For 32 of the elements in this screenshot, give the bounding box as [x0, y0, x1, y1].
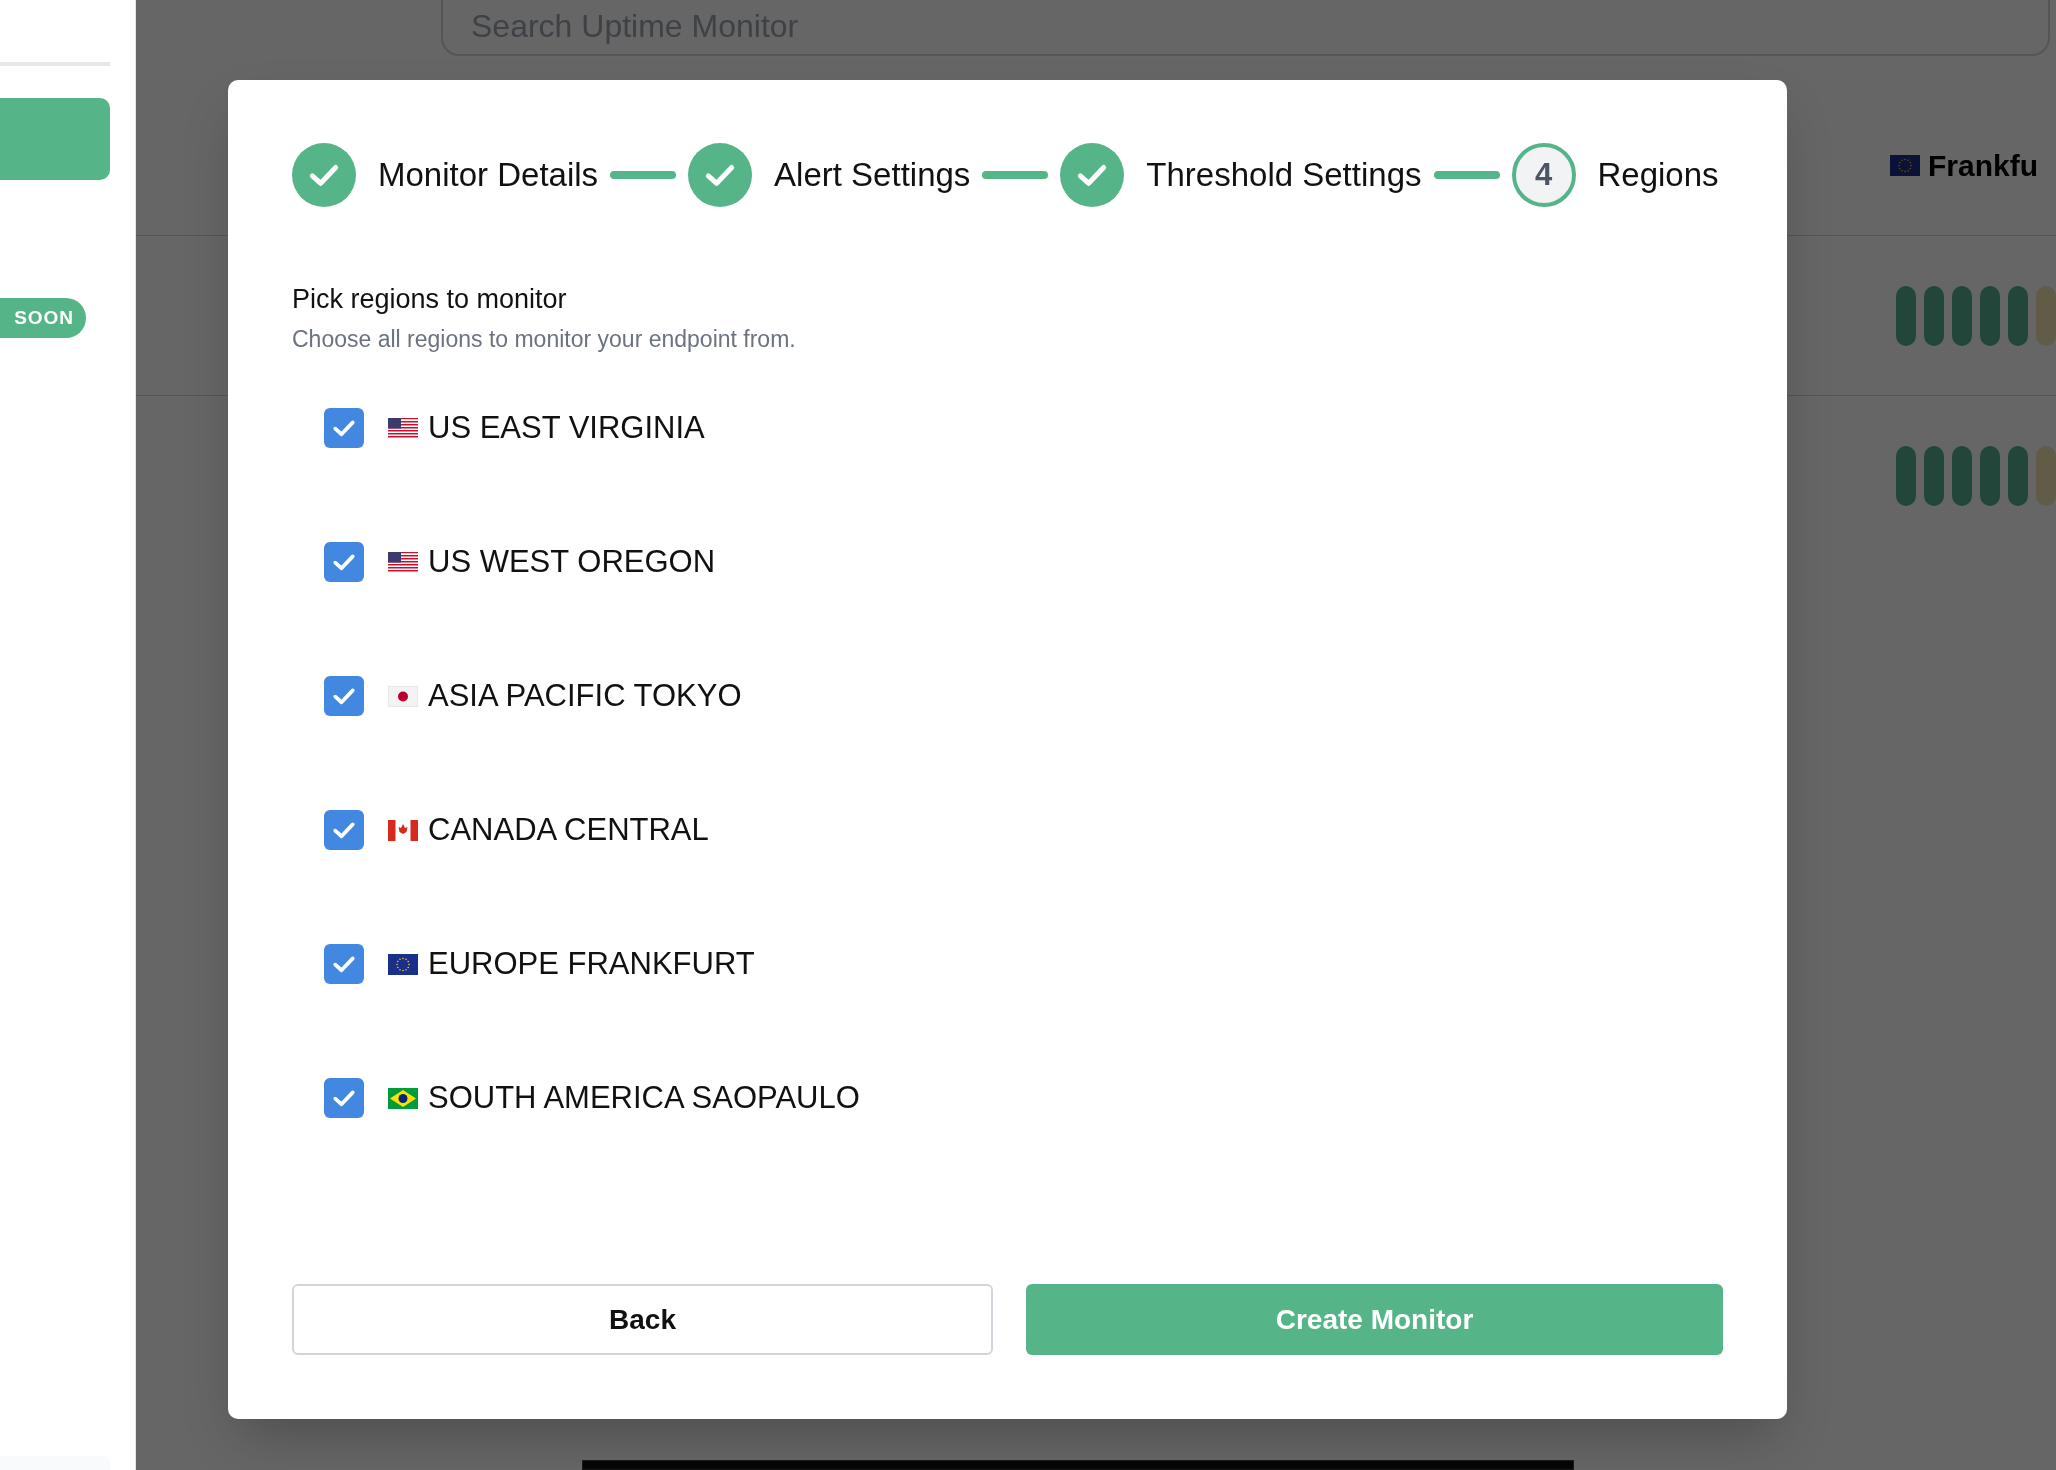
step-label: Threshold Settings — [1146, 155, 1422, 196]
japan-flag-icon — [388, 685, 418, 707]
region-label: US WEST OREGON — [428, 542, 716, 581]
region-checkbox[interactable] — [324, 810, 364, 850]
brazil-flag-icon — [388, 1087, 418, 1109]
step-label: Monitor Details — [378, 155, 599, 196]
region-checkbox[interactable] — [324, 1078, 364, 1118]
section-description: Choose all regions to monitor your endpoint from. — [292, 324, 797, 354]
eu-flag-icon — [1890, 155, 1920, 176]
canada-flag-icon — [388, 819, 418, 841]
region-label: US EAST VIRGINIA — [428, 408, 705, 447]
section-heading: Pick regions to monitor — [292, 283, 568, 316]
region-label: ASIA PACIFIC TOKYO — [428, 676, 742, 715]
step-connector — [982, 171, 1049, 179]
column-header: Frankfu — [1928, 148, 2038, 184]
region-checkbox[interactable] — [324, 676, 364, 716]
step-connector — [1433, 171, 1500, 179]
region-label: CANADA CENTRAL — [428, 810, 709, 849]
step-label: Regions — [1597, 155, 1719, 196]
region-checkbox[interactable] — [324, 542, 364, 582]
step-number: 4 — [1511, 143, 1576, 207]
region-label: SOUTH AMERICA SAOPAULO — [428, 1078, 860, 1117]
step-label: Alert Settings — [774, 155, 971, 196]
region-label: EUROPE FRANKFURT — [428, 944, 755, 983]
back-button[interactable]: Back — [292, 1284, 993, 1355]
step-connector — [610, 171, 677, 179]
region-checkbox[interactable] — [324, 408, 364, 448]
eu-flag-icon — [388, 953, 418, 975]
us-flag-icon — [388, 417, 418, 439]
region-checkbox[interactable] — [324, 944, 364, 984]
soon-badge: SOON — [0, 298, 86, 338]
us-flag-icon — [388, 551, 418, 573]
